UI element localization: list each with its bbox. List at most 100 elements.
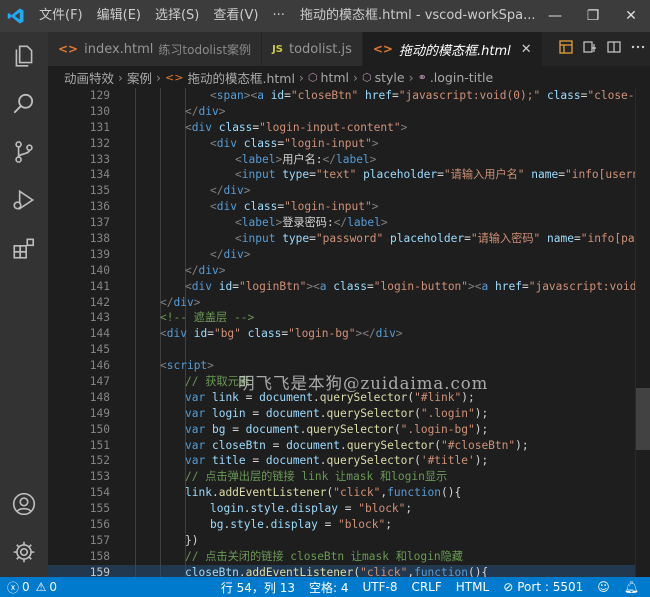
breadcrumb-folder-1[interactable]: 动画特效 [64,68,114,87]
code-text: var link = document.querySelector("#link… [185,390,475,404]
code-line[interactable]: 129 <span><a id="closeBtn" href="javascri… [48,88,650,104]
open-preview-icon[interactable] [554,39,578,59]
restore-button[interactable]: ❐ [574,0,612,32]
code-line[interactable]: 142 </div> [48,295,650,311]
code-line[interactable]: 151 var closeBtn = document.querySelector… [48,438,650,454]
code-line[interactable]: 135 </div> [48,183,650,199]
code-line[interactable]: 130 </div> [48,104,650,120]
code-line[interactable]: 148 var link = document.querySelector("#l… [48,390,650,406]
code-line[interactable]: 157}) [48,533,650,549]
code-text: </div> [210,184,251,198]
search-icon[interactable] [0,80,48,128]
account-icon[interactable] [0,480,48,528]
code-line[interactable]: 139 </div> [48,247,650,263]
chevron-right-icon: › [156,69,162,85]
code-line[interactable]: 153 // 点击弹出层的链接 link 让mask 和login显示 [48,469,650,485]
code-line[interactable]: 141 <div id="loginBtn"><a class="login-bu… [48,279,650,295]
code-line[interactable]: 149 var login = document.querySelector(".… [48,406,650,422]
more-actions-icon[interactable] [626,39,650,59]
code-text: // 获取元素 [185,375,250,389]
line-number: 146 [89,359,110,373]
code-lines: 129 <span><a id="closeBtn" href="javascri… [48,88,650,577]
breadcrumb-folder-2[interactable]: 案例 [127,68,152,87]
split-editor-icon[interactable] [602,39,626,59]
run-debug-icon[interactable] [0,176,48,224]
code-text: <input type="password" placeholder="请输入密… [235,232,650,246]
code-line[interactable]: 145 [48,342,650,358]
code-text: <div class="login-input"> [210,200,379,214]
menu-selection[interactable]: 选择(S) [148,0,206,32]
code-text: // 点击关闭的链接 closeBtn 让mask 和login隐藏 [185,549,463,563]
menu-file[interactable]: 文件(F) [32,0,90,32]
settings-icon[interactable] [0,528,48,576]
live-server-port[interactable]: ⊘ Port : 5501 [496,577,590,597]
breadcrumb-file[interactable]: 拖动的模态框.html [187,68,294,87]
code-line[interactable]: 132 <div class="login-input"> [48,136,650,152]
feedback-icon[interactable]: ☺ [590,577,617,597]
editor-actions [554,32,650,66]
extensions-icon[interactable] [0,224,48,272]
source-control-icon[interactable] [0,128,48,176]
menu-more[interactable]: ··· [265,0,291,32]
code-line[interactable]: 133 <label>用户名:</label> [48,152,650,168]
close-tab-icon[interactable]: ✕ [521,42,532,57]
close-window-button[interactable]: ✕ [612,0,650,32]
notifications-icon[interactable]: 🔔︎ [617,577,646,597]
code-line[interactable]: 134 <input type="text" placeholder="请输入用户… [48,167,650,183]
code-text: </div> [185,104,226,118]
indentation[interactable]: 空格: 4 [302,577,356,597]
code-line[interactable]: 152 var title = document.querySelector('#… [48,453,650,469]
code-line[interactable]: 143 <!-- 遮盖层 --> [48,310,650,326]
code-line[interactable]: 144 <div id="bg" class="login-bg"></div> [48,326,650,342]
code-line[interactable]: 137 <label>登录密码:</label> [48,215,650,231]
code-text: </div> [185,263,226,277]
vertical-scrollbar[interactable] [636,88,650,577]
code-text: <label>用户名:</label> [235,152,377,166]
code-text: var login = document.querySelector(".log… [185,406,489,420]
breadcrumb-selector[interactable]: .login-title [430,70,493,85]
scrollbar-thumb[interactable] [636,388,650,450]
code-line[interactable]: 138 <input type="password" placeholder="请… [48,231,650,247]
open-changes-icon[interactable] [578,39,602,59]
code-line[interactable]: 159 closeBtn.addEventListener("click",fun… [48,564,650,577]
code-line[interactable]: 136 <div class="login-input"> [48,199,650,215]
code-line[interactable]: 131 <div class="login-input-content"> [48,120,650,136]
breadcrumb-html[interactable]: html [321,70,349,85]
line-number: 158 [89,549,110,563]
code-line[interactable]: 154 link.addEventListener("click",functio… [48,485,650,501]
line-number: 148 [89,390,110,404]
cursor-position[interactable]: 行 54，列 13 [214,577,302,597]
language-mode[interactable]: HTML [449,577,496,597]
line-number: 137 [89,216,110,230]
vscode-logo-icon [0,0,32,32]
tab-label: 拖动的模态框.html [398,43,511,59]
explorer-icon[interactable] [0,32,48,80]
tab-modal-html[interactable]: <> 拖动的模态框.html ✕ [362,32,543,66]
code-line[interactable]: 156 bg.style.display = "block"; [48,517,650,533]
menu-edit[interactable]: 编辑(E) [90,0,148,32]
minimize-button[interactable]: — [536,0,574,32]
code-editor[interactable]: 129 <span><a id="closeBtn" href="javascri… [48,88,650,577]
line-number: 151 [89,438,110,452]
tab-todolist-js[interactable]: JS todolist.js [262,32,363,66]
line-number: 152 [89,454,110,468]
end-of-line[interactable]: CRLF [404,577,448,597]
code-text: <div id="loginBtn"><a class="login-butto… [185,279,650,293]
breadcrumb-style[interactable]: style [375,70,405,85]
menu-view[interactable]: 查看(V) [206,0,265,32]
code-text: <div class="login-input-content"> [185,120,408,134]
tab-index-html[interactable]: <> index.html 练习todolist案例 [48,32,263,66]
chevron-right-icon: › [353,69,359,85]
code-line[interactable]: 158 // 点击关闭的链接 closeBtn 让mask 和login隐藏 [48,549,650,565]
code-text: var closeBtn = document.querySelector("#… [185,438,529,452]
line-number: 155 [89,502,110,516]
code-line[interactable]: 155 login.style.display = "block"; [48,501,650,517]
code-line[interactable]: 140 </div> [48,263,650,279]
line-number: 143 [89,311,110,325]
code-line[interactable]: 150 var bg = document.querySelector(".log… [48,422,650,438]
code-line[interactable]: 147 // 获取元素 [48,374,650,390]
encoding[interactable]: UTF-8 [355,577,404,597]
code-line[interactable]: 146 <script> [48,358,650,374]
line-number: 135 [89,184,110,198]
problems-indicator[interactable]: ⓧ 0 ⚠ 0 [0,577,64,597]
